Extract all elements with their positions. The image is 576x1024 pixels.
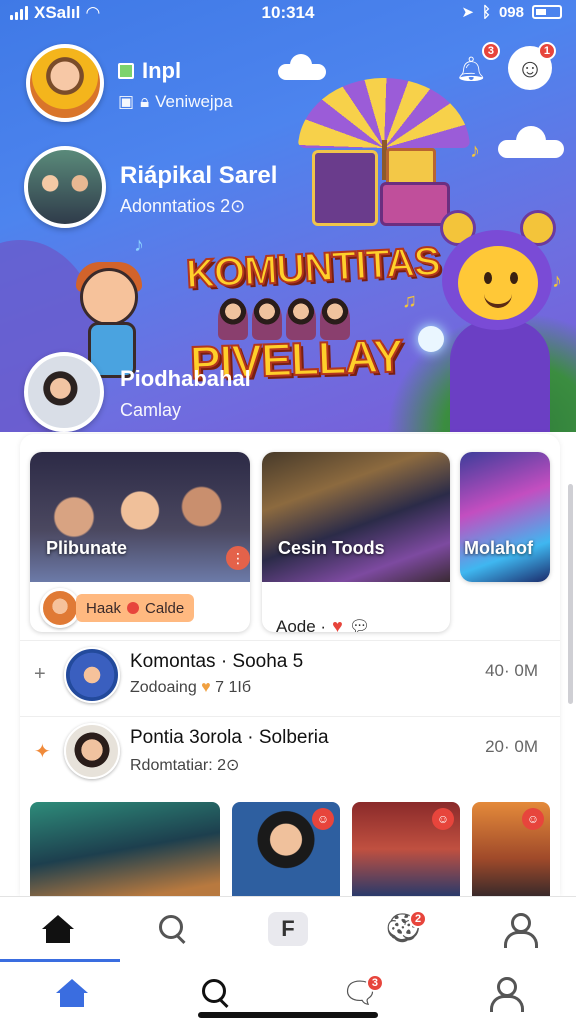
user-icon — [489, 977, 524, 1012]
home-icon — [41, 914, 74, 943]
cloud-left — [278, 54, 326, 80]
activity-badge: 2 — [409, 909, 428, 928]
story-title-2[interactable]: Riápikal Sarel — [120, 162, 277, 190]
feed-card-3[interactable]: Molahof — [460, 452, 550, 582]
mixer-art — [312, 150, 378, 226]
scrollbar[interactable] — [568, 484, 573, 704]
story-subtitle-2: Adonntatios 2⊙ — [120, 196, 246, 216]
feed-card-1[interactable]: Plibunate ⋮ Haak Calde — [30, 452, 250, 632]
smiley-icon: ☺ — [516, 52, 544, 83]
card-caption: Molahof — [464, 538, 533, 558]
status-bar: XSalıl ◠ 10:314 ➤ ᛒ 098 — [0, 0, 576, 30]
more-options-icon[interactable]: ⋮ — [226, 546, 250, 570]
story-title-3[interactable]: Piodhabahal — [120, 366, 251, 392]
thumbnail[interactable]: ☺ — [472, 802, 550, 896]
avatar[interactable] — [40, 588, 80, 628]
tab-search[interactable] — [186, 968, 246, 1018]
card-chip[interactable]: Haak Calde — [76, 594, 195, 622]
search-icon — [202, 979, 230, 1007]
list-item-subtitle: Zodoaing ♥ 7 1Iб — [130, 679, 251, 696]
reaction-badge-icon: ☺ — [312, 808, 334, 830]
battery-icon — [532, 5, 562, 19]
story-avatar-3[interactable] — [24, 352, 104, 432]
notification-badge: 3 — [481, 42, 500, 60]
bluetooth-icon: ᛒ — [481, 3, 491, 21]
heart-icon[interactable]: ♥ — [332, 616, 343, 632]
sparkle-icon: ✦ — [34, 741, 51, 763]
card-image — [460, 452, 550, 582]
home-icon — [56, 979, 88, 1007]
battery-percent: 098 — [498, 3, 524, 21]
checkbox-icon — [118, 63, 134, 79]
tab-messages[interactable]: 🗨︎ 3 — [330, 968, 390, 1018]
tab-bar-top: F 🍪︎ 2 — [0, 896, 576, 962]
card-meta: Aode · ♥ 💬︎ — [276, 616, 370, 632]
list-item-title: Pontia 3orola · Solberia — [130, 727, 329, 748]
plus-icon: + — [34, 663, 46, 685]
home-indicator — [198, 1012, 378, 1018]
list-item-time: 40· 0M — [485, 661, 538, 680]
tab-activity[interactable]: 🍪︎ 2 — [373, 904, 433, 954]
avatar — [64, 723, 120, 779]
story-subtitle-3: Camlay — [120, 400, 182, 420]
tab-home[interactable] — [28, 904, 88, 954]
reaction-badge-icon: ☺ — [522, 808, 544, 830]
cartoon-bear-mascot — [418, 206, 574, 432]
thumbnail[interactable] — [30, 802, 220, 896]
feed-card-2[interactable]: Cesin Toods Aode · ♥ 💬︎ — [262, 452, 450, 632]
notifications-button[interactable]: 🔔︎ 3 — [455, 42, 500, 84]
story-subtitle-1: ▣ 🔒︎ Veniwejpa — [118, 92, 233, 111]
profile-badge: 1 — [537, 42, 556, 60]
music-note-icon: ♫ — [402, 290, 417, 312]
tab-home[interactable] — [42, 968, 102, 1018]
feed-panel: Plibunate ⋮ Haak Calde Cesin Toods Aode … — [20, 434, 560, 896]
location-icon: ➤ — [461, 4, 474, 21]
reaction-badge-icon: ☺ — [432, 808, 454, 830]
story-title-1[interactable]: Inpl — [118, 58, 181, 84]
list-item[interactable]: ✦ Pontia 3orola · Solberia Rdomtatiar: 2… — [20, 716, 560, 788]
comment-icon[interactable]: 💬︎ — [349, 617, 371, 633]
record-dot-icon — [127, 602, 140, 614]
hero-banner: XSalıl ◠ 10:314 ➤ ᛒ 098 ♪ ♪ ♫ ♪ KOMUNTIT… — [0, 0, 576, 432]
story-avatar-2[interactable] — [24, 146, 106, 228]
thumbnail[interactable]: ☺ — [232, 802, 340, 896]
heart-icon: ♥ — [201, 679, 211, 696]
thumbnail-strip: ☺ ☺ ☺ — [30, 802, 560, 896]
list-item[interactable]: + Komontas · Sooha 5 Zodoaing ♥ 7 1Iб 40… — [20, 640, 560, 712]
create-icon: F — [267, 911, 308, 946]
lock-icon: 🔒︎ — [140, 92, 150, 111]
user-icon — [503, 912, 539, 948]
avatar — [64, 647, 120, 703]
card-image — [30, 452, 250, 582]
search-icon — [158, 914, 187, 943]
card-caption: Cesin Toods — [278, 538, 385, 558]
story-avatar-1[interactable] — [26, 44, 104, 122]
hero-logo-top: KOMUNTITAS — [184, 238, 442, 297]
tag-icon: ▣ — [118, 92, 135, 111]
music-note-icon: ♪ — [470, 140, 480, 162]
list-item-subtitle: Rdomtatiar: 2⊙ — [130, 757, 240, 774]
tab-profile[interactable] — [488, 904, 548, 954]
thumbnail[interactable]: ☺ — [352, 802, 460, 896]
tab-create[interactable]: F — [258, 904, 318, 954]
messages-badge: 3 — [365, 974, 384, 992]
umbrella-art — [298, 78, 470, 148]
list-item-time: 20· 0M — [485, 737, 538, 756]
card-caption: Plibunate — [46, 538, 128, 558]
tab-profile[interactable] — [474, 968, 534, 1018]
bell-icon: 🔔︎ — [455, 55, 487, 83]
list-item-title: Komontas · Sooha 5 — [130, 651, 304, 672]
card-image — [262, 452, 450, 582]
cloud-right — [498, 126, 564, 158]
profile-button[interactable]: ☺ 1 — [508, 42, 556, 90]
music-note-icon: ♪ — [134, 234, 144, 256]
tab-search[interactable] — [143, 904, 203, 954]
